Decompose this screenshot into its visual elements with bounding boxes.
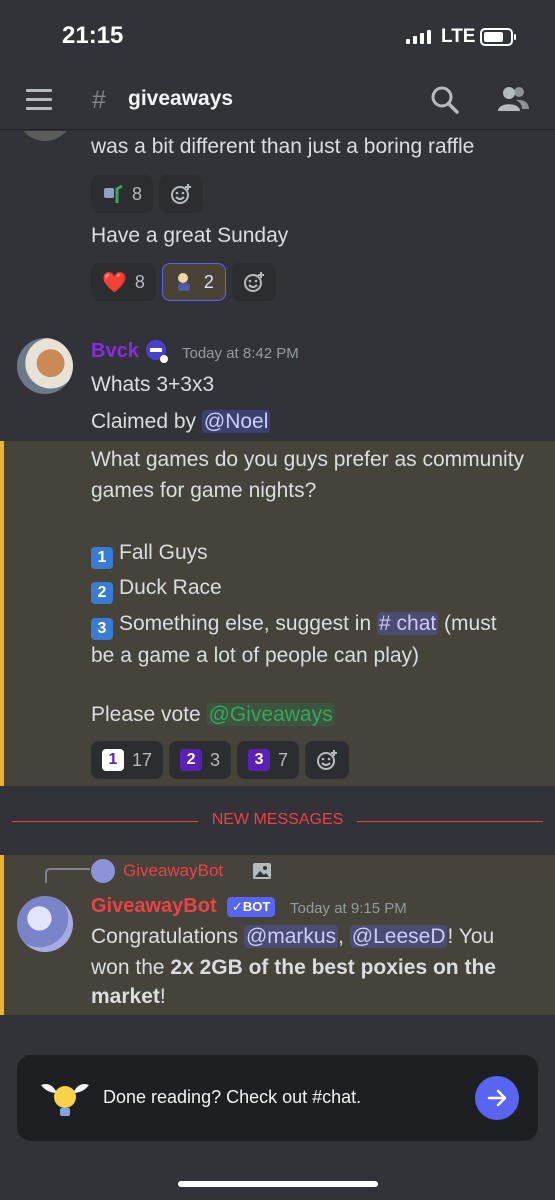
reaction-count: 8 <box>132 183 143 204</box>
role-icon <box>146 340 168 363</box>
reaction-count: 8 <box>134 271 145 292</box>
reaction-chip[interactable]: 3 7 <box>237 741 300 779</box>
add-reaction-button[interactable] <box>159 175 204 213</box>
add-reaction-button[interactable] <box>305 741 350 779</box>
timestamp: Today at 9:15 PM <box>290 900 407 917</box>
keycap-two-icon: 2 <box>91 582 113 604</box>
keycap-three-icon: 3 <box>91 618 113 640</box>
network-label: LTE <box>441 26 476 47</box>
bot-avatar[interactable] <box>17 896 73 952</box>
dice-plant-emoji-icon <box>104 184 123 203</box>
menu-icon[interactable] <box>26 89 52 111</box>
reaction-chip[interactable]: 2 <box>161 263 226 301</box>
message-text: was a bit different than just a boring r… <box>91 135 475 158</box>
battery-icon <box>480 28 516 46</box>
new-messages-label: NEW MESSAGES <box>0 811 555 829</box>
channel-mention[interactable]: # chat <box>377 612 439 635</box>
message-text: be a game a lot of people can play) <box>91 644 420 667</box>
add-reaction-button[interactable] <box>231 263 276 301</box>
reply-connector-icon <box>45 868 90 883</box>
reaction-chip[interactable]: 1 17 <box>91 741 164 779</box>
message-text: Please vote @Giveaways <box>91 699 335 731</box>
message-text: market! <box>91 981 166 1013</box>
person-emoji-icon <box>177 273 190 291</box>
bot-username[interactable]: GiveawayBot <box>91 895 217 918</box>
reaction-chip[interactable]: 2 3 <box>169 741 232 779</box>
image-icon <box>253 863 271 879</box>
text-fragment: Congratulations <box>91 925 244 948</box>
banner-text: Done reading? Check out #chat. <box>103 1087 362 1107</box>
arrow-right-icon <box>487 1089 507 1107</box>
role-mention[interactable]: @Giveaways <box>206 703 335 726</box>
avatar[interactable] <box>17 131 73 141</box>
vote-label: Please vote <box>91 703 207 726</box>
channel-name: giveaways <box>128 87 234 110</box>
user-mention[interactable]: @Noel <box>201 410 271 433</box>
status-time: 21:15 <box>62 22 124 49</box>
reaction-chip[interactable]: 8 <box>91 175 154 213</box>
home-indicator[interactable] <box>178 1181 378 1187</box>
text-fragment: , <box>338 925 350 948</box>
message-text: Have a great Sunday <box>91 224 289 247</box>
bot-badge: ✓BOT <box>227 897 276 917</box>
user-mention[interactable]: @markus <box>243 925 339 948</box>
heart-emoji-icon: ❤️ <box>102 271 127 294</box>
keycap-one-icon: 1 <box>91 547 113 569</box>
channel-header: # giveaways <box>0 72 555 130</box>
username[interactable]: Bvck <box>91 340 139 363</box>
reaction-chip[interactable]: ❤️ 8 <box>91 263 156 301</box>
members-icon[interactable] <box>496 84 530 114</box>
banner-go-button[interactable] <box>475 1076 519 1120</box>
text-fragment: won the <box>91 956 171 979</box>
search-icon[interactable] <box>430 85 460 115</box>
text-fragment: ! <box>159 985 166 1008</box>
message-text: Whats 3+3x3 <box>91 373 215 396</box>
poll-option: 2 Duck Race <box>91 572 222 604</box>
claimed-label: Claimed by <box>91 410 202 433</box>
add-reaction-icon <box>317 750 338 770</box>
reaction-bar: 8 <box>91 175 204 213</box>
reply-username[interactable]: GiveawayBot <box>123 861 223 881</box>
poll-option: 3 Something else, suggest in # chat (must <box>91 608 497 640</box>
user-mention[interactable]: @LeeseD <box>349 925 448 948</box>
message-text: won the 2x 2GB of the best poxies on the <box>91 952 496 984</box>
locked-channel-icon: # <box>92 86 106 114</box>
poll-option: 1 Fall Guys <box>91 537 208 569</box>
text-fragment: ! You <box>447 925 495 948</box>
reaction-bar: ❤️ 8 2 <box>91 263 276 301</box>
keycap-two-icon: 2 <box>180 749 203 771</box>
message-text: Claimed by @Noel <box>91 406 271 438</box>
reaction-count: 2 <box>203 271 214 292</box>
poll-option-label: Something else, suggest in <box>119 612 377 635</box>
reply-avatar <box>91 859 115 883</box>
poll-option-label: Fall Guys <box>119 541 208 564</box>
reaction-count: 3 <box>210 749 221 770</box>
reaction-count: 7 <box>278 749 289 770</box>
add-reaction-icon <box>243 272 264 292</box>
divider-text: NEW MESSAGES <box>197 811 358 828</box>
reaction-bar: 1 17 2 3 3 7 <box>91 741 350 779</box>
keycap-three-icon: 3 <box>248 749 271 771</box>
status-bar: 21:15 LTE <box>0 0 555 72</box>
poll-option-label: (must <box>438 612 497 635</box>
bold-text: market <box>91 985 160 1008</box>
lightbulb-wings-icon <box>41 1084 89 1116</box>
done-reading-banner[interactable]: Done reading? Check out #chat. <box>17 1055 538 1141</box>
bold-text: 2x 2GB of the best poxies on the <box>170 956 496 979</box>
message-text: games for game nights? <box>91 479 317 502</box>
message-feed[interactable]: was a bit different than just a boring r… <box>0 131 555 1021</box>
timestamp: Today at 8:42 PM <box>182 345 299 362</box>
poll-option-label: Duck Race <box>119 576 222 599</box>
reaction-count: 17 <box>132 749 153 770</box>
keycap-one-icon: 1 <box>102 749 124 771</box>
add-reaction-icon <box>171 184 192 204</box>
message-text: What games do you guys prefer as communi… <box>91 448 525 471</box>
avatar[interactable] <box>17 338 73 394</box>
message-text: Congratulations @markus, @LeeseD! You <box>91 921 494 953</box>
signal-icon <box>406 30 431 44</box>
